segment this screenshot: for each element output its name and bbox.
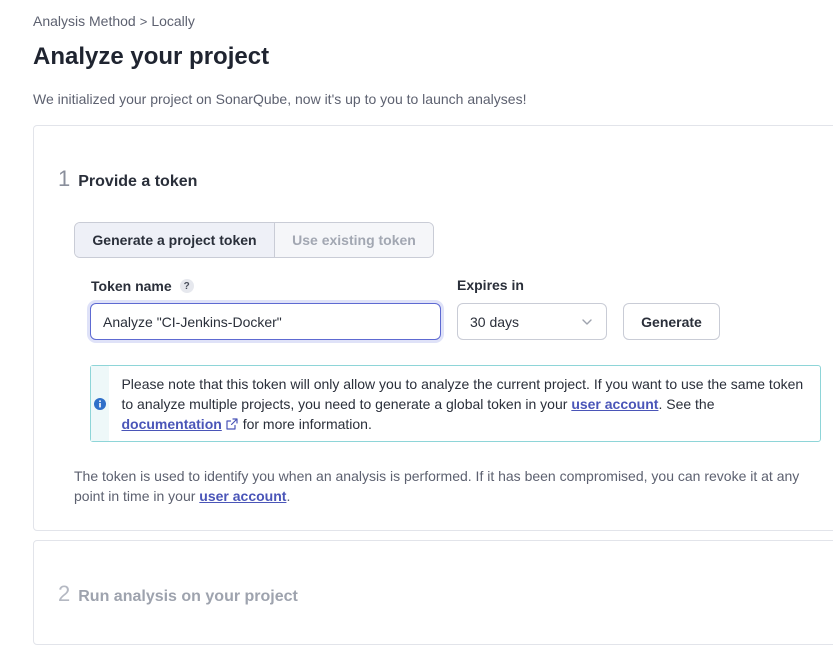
documentation-link[interactable]: documentation [121,416,221,432]
step-1-title: Provide a token [78,173,198,190]
token-mode-toggle: Generate a project token Use existing to… [74,222,434,258]
expires-in-label: Expires in [457,277,524,293]
help-icon[interactable]: ? [179,279,194,293]
token-info-note: Please note that this token will only al… [90,365,821,442]
expires-in-select[interactable]: 30 days [457,303,607,340]
use-existing-token-tab[interactable]: Use existing token [275,223,433,257]
token-name-label-text: Token name [91,278,172,294]
info-icon [93,397,106,410]
breadcrumb-current: Locally [151,13,195,29]
breadcrumb-separator: > [139,13,148,29]
token-info-text: Please note that this token will only al… [109,366,820,441]
note-text-3: for more information. [238,416,372,432]
info-icon-container [91,366,110,441]
page-title: Analyze your project [33,43,270,70]
generate-project-token-tab[interactable]: Generate a project token [75,223,275,257]
step-2-title: Run analysis on your project [78,588,298,605]
note-text-2: . See the [658,396,715,412]
step-2-number: 2 [58,581,71,606]
expires-in-value: 30 days [470,313,520,330]
user-account-link[interactable]: user account [571,396,658,412]
chevron-down-icon [582,318,592,325]
step-provide-token-card: 1 Provide a token Generate a project tok… [33,125,833,531]
breadcrumb-parent[interactable]: Analysis Method [33,13,136,29]
step-1-header: 1 Provide a token [58,166,197,192]
footnote-user-account-link[interactable]: user account [199,488,286,504]
step-1-number: 1 [58,166,71,191]
token-name-input[interactable] [90,303,441,340]
step-2-header: 2 Run analysis on your project [58,581,298,607]
expires-in-label-text: Expires in [457,277,524,293]
footnote-text: The token is used to identify you when a… [74,468,800,504]
generate-button[interactable]: Generate [623,303,720,340]
token-name-label: Token name ? [91,278,194,294]
step-run-analysis-card: 2 Run analysis on your project [33,540,833,645]
token-footnote: The token is used to identify you when a… [74,466,814,506]
breadcrumb: Analysis Method > Locally [33,13,195,29]
page-intro: We initialized your project on SonarQube… [33,91,527,107]
external-link-icon [226,418,238,430]
footnote-end: . [286,488,291,504]
